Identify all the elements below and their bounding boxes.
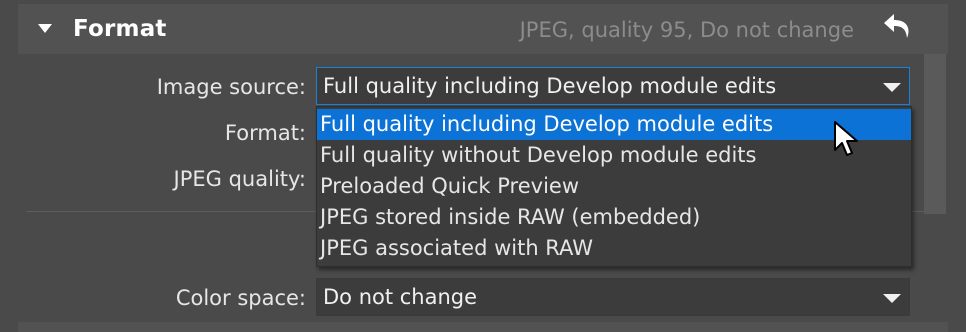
- format-label: Format:: [224, 121, 306, 145]
- image-source-select[interactable]: Full quality including Develop module ed…: [316, 67, 910, 105]
- image-source-dropdown-list[interactable]: Full quality including Develop module ed…: [316, 106, 912, 267]
- triangle-down-icon[interactable]: [38, 24, 52, 33]
- chevron-down-icon: [883, 294, 901, 303]
- chevron-down-icon: [883, 83, 901, 92]
- dropdown-option[interactable]: Full quality without Develop module edit…: [317, 140, 911, 171]
- dropdown-option[interactable]: Preloaded Quick Preview: [317, 171, 911, 202]
- mouse-cursor-icon: [834, 121, 858, 156]
- section-header-format[interactable]: Format JPEG, quality 95, Do not change: [18, 4, 948, 54]
- dropdown-option[interactable]: Full quality including Develop module ed…: [317, 109, 911, 140]
- section-summary: JPEG, quality 95, Do not change: [519, 18, 854, 42]
- color-space-label: Color space:: [175, 286, 306, 310]
- scrollbar[interactable]: [924, 54, 946, 214]
- color-space-select[interactable]: Do not change: [316, 278, 910, 316]
- export-format-panel: Format JPEG, quality 95, Do not change I…: [0, 0, 966, 332]
- undo-arrow-icon[interactable]: [880, 8, 916, 44]
- dropdown-option[interactable]: JPEG stored inside RAW (embedded): [317, 202, 911, 233]
- jpeg-quality-label: JPEG quality:: [173, 167, 306, 191]
- dropdown-option[interactable]: JPEG associated with RAW: [317, 233, 911, 264]
- image-source-value: Full quality including Develop module ed…: [323, 74, 777, 98]
- section-title: Format: [73, 16, 167, 42]
- image-source-label: Image source:: [156, 75, 306, 99]
- next-section-header: [18, 322, 948, 332]
- color-space-value: Do not change: [323, 285, 478, 309]
